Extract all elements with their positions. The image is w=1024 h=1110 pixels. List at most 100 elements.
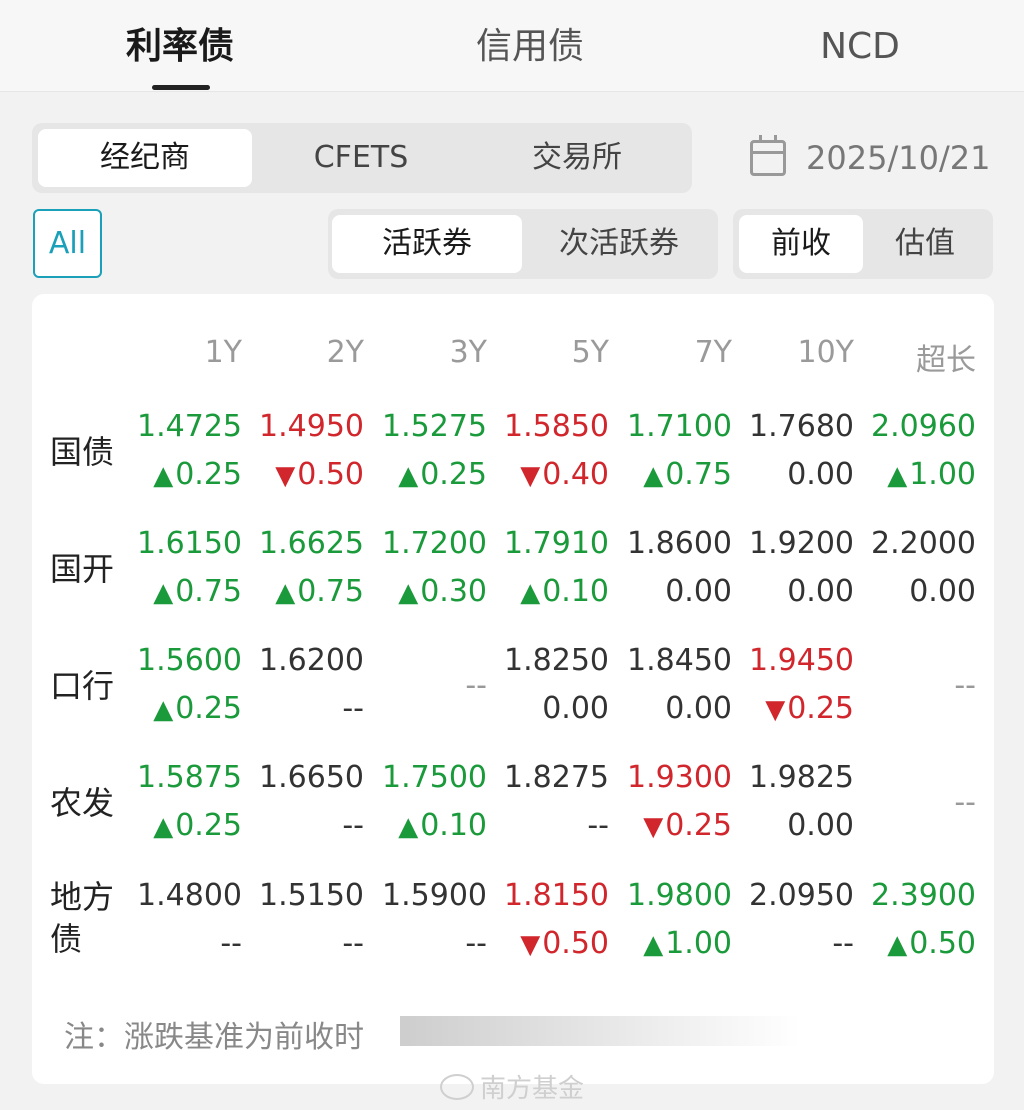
yield-change: ▲0.75 [122, 572, 242, 613]
yield-change: ▼0.25 [612, 806, 732, 847]
triangle-up-icon: ▲ [643, 930, 664, 960]
yield-change: ▲0.25 [122, 806, 242, 847]
yield-value[interactable]: 1.5900 [367, 876, 487, 916]
triangle-down-icon: ▼ [275, 461, 296, 491]
yield-value[interactable]: 1.8275 [489, 758, 609, 798]
change-text: 0.00 [787, 457, 854, 492]
source-segmented-control: 经纪商 CFETS 交易所 [32, 123, 692, 193]
yield-change: ▼0.50 [244, 455, 364, 496]
yield-value[interactable]: 1.9825 [734, 758, 854, 798]
yield-value[interactable]: 1.5875 [122, 758, 242, 798]
yield-value[interactable]: 1.4800 [122, 876, 242, 916]
yield-value[interactable]: 1.4950 [244, 407, 364, 447]
yield-value[interactable]: 1.7680 [734, 407, 854, 447]
column-header: 超长 [916, 343, 976, 378]
yield-value[interactable]: 1.7500 [367, 758, 487, 798]
watermark: 南方基金 [440, 1068, 584, 1105]
yield-value[interactable]: 1.5850 [489, 407, 609, 447]
change-text: -- [587, 808, 609, 843]
column-header: 10Y [797, 335, 855, 370]
change-text: -- [465, 926, 487, 961]
yield-change: ▲0.10 [367, 806, 487, 847]
yield-change: ▼0.40 [489, 455, 609, 496]
triangle-up-icon: ▲ [398, 812, 419, 842]
yield-change: ▲1.00 [612, 924, 732, 965]
yield-value[interactable]: 1.9800 [612, 876, 732, 916]
change-text: 0.00 [787, 574, 854, 609]
change-text: 0.25 [175, 457, 242, 492]
change-text: 0.00 [787, 808, 854, 843]
tab-rate-bonds[interactable]: 利率债 [110, 22, 250, 72]
row-label: 国开 [50, 550, 115, 588]
change-text: 1.00 [665, 926, 732, 961]
yield-value[interactable]: 1.6200 [244, 641, 364, 681]
yield-change: -- [244, 689, 364, 729]
source-cfets-tab[interactable]: CFETS [254, 129, 468, 187]
tab-previous-close[interactable]: 前收 [739, 215, 863, 273]
yield-change: 0.00 [856, 572, 976, 612]
yield-change: ▲1.00 [856, 455, 976, 496]
yield-value[interactable]: 1.7910 [489, 524, 609, 564]
yield-change: ▲0.25 [367, 455, 487, 496]
change-text: -- [832, 926, 854, 961]
filter-all-button[interactable]: All [33, 209, 102, 278]
yield-change: 0.00 [734, 455, 854, 495]
change-text: 0.25 [787, 691, 854, 726]
yield-value[interactable]: 1.5275 [367, 407, 487, 447]
change-text: 0.25 [175, 691, 242, 726]
yield-value[interactable]: 1.6650 [244, 758, 364, 798]
yield-value[interactable]: 2.3900 [856, 876, 976, 916]
yield-change: -- [244, 924, 364, 964]
yield-value[interactable]: 2.2000 [856, 524, 976, 564]
active-tab-indicator [152, 85, 210, 90]
yield-value[interactable]: 1.5150 [244, 876, 364, 916]
tab-sub-active-bonds[interactable]: 次活跃券 [524, 215, 714, 273]
yield-value[interactable]: 1.8250 [489, 641, 609, 681]
yield-change: ▲0.75 [612, 455, 732, 496]
yield-change: ▲0.25 [122, 689, 242, 730]
change-text: 0.25 [665, 808, 732, 843]
tab-active-bonds[interactable]: 活跃券 [332, 215, 522, 273]
change-text: 1.00 [909, 457, 976, 492]
date-text: 2025/10/21 [806, 139, 991, 177]
yield-change: -- [489, 806, 609, 846]
yield-value[interactable]: 1.4725 [122, 407, 242, 447]
yield-value[interactable]: 1.7100 [612, 407, 732, 447]
yield-value[interactable]: 1.8600 [612, 524, 732, 564]
yield-change: ▲0.10 [489, 572, 609, 613]
yield-value[interactable]: 1.8450 [612, 641, 732, 681]
date-picker[interactable]: 2025/10/21 [750, 135, 990, 181]
yield-value[interactable]: 1.9200 [734, 524, 854, 564]
tab-ncd[interactable]: NCD [800, 22, 920, 72]
source-exchange-tab[interactable]: 交易所 [470, 129, 684, 187]
change-text: 0.10 [420, 808, 487, 843]
change-text: -- [342, 808, 364, 843]
yield-change: ▲0.50 [856, 924, 976, 965]
yield-value[interactable]: 2.0950 [734, 876, 854, 916]
yield-change: -- [244, 806, 364, 846]
yield-value[interactable]: 1.6150 [122, 524, 242, 564]
column-header: 2Y [326, 335, 364, 370]
triangle-up-icon: ▲ [398, 578, 419, 608]
yield-value[interactable]: 1.9450 [734, 641, 854, 681]
yield-value[interactable]: 1.7200 [367, 524, 487, 564]
change-text: 0.25 [175, 808, 242, 843]
tab-valuation[interactable]: 估值 [863, 215, 987, 273]
source-broker-tab[interactable]: 经纪商 [38, 129, 252, 187]
yield-value[interactable]: 1.5600 [122, 641, 242, 681]
change-text: 0.00 [542, 691, 609, 726]
yield-change: 0.00 [612, 689, 732, 729]
calendar-icon [750, 135, 786, 176]
tab-credit-bonds[interactable]: 信用债 [460, 22, 600, 72]
triangle-up-icon: ▲ [153, 695, 174, 725]
yield-change: -- [734, 924, 854, 964]
triangle-up-icon: ▲ [887, 461, 908, 491]
top-tab-bar: 利率债 信用债 NCD [0, 0, 1024, 92]
yield-change: ▲0.30 [367, 572, 487, 613]
yield-value[interactable]: 1.8150 [489, 876, 609, 916]
yield-value[interactable]: 2.0960 [856, 407, 976, 447]
yield-value[interactable]: 1.9300 [612, 758, 732, 798]
change-text: 0.10 [542, 574, 609, 609]
yield-value[interactable]: 1.6625 [244, 524, 364, 564]
yield-change: 0.00 [734, 806, 854, 846]
